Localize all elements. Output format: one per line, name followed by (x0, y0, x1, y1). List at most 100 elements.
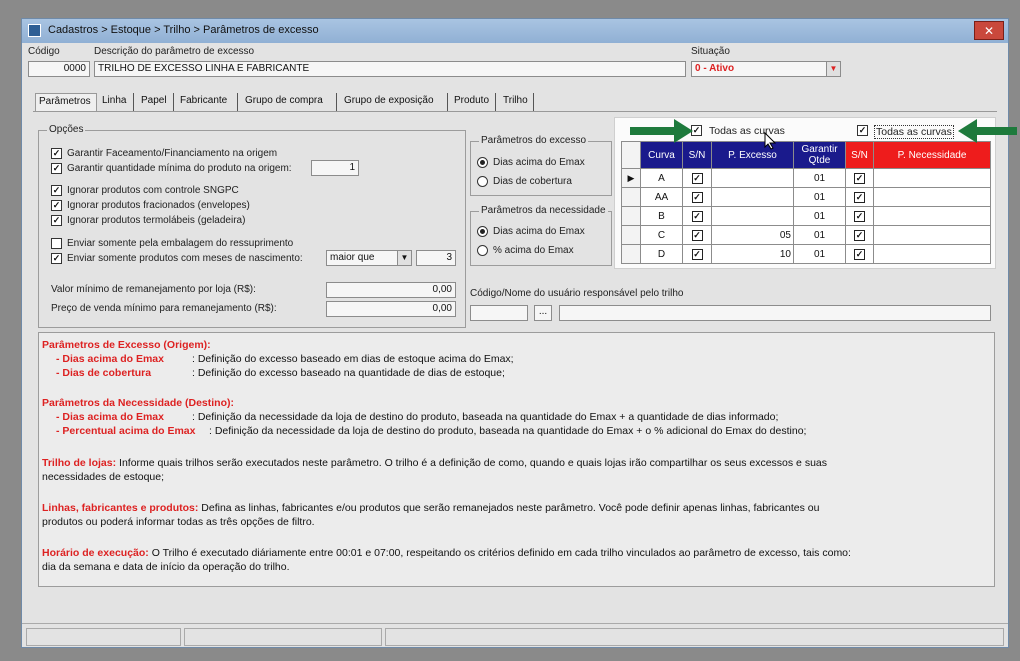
cell-p-necessidade[interactable] (873, 206, 991, 226)
codigo-field[interactable]: 0000 (28, 61, 90, 77)
meses-operador-select[interactable]: maior que ▼ (326, 250, 412, 266)
excesso-opt-dias-acima: Dias acima do Emax (493, 157, 585, 168)
cell-p-necessidade[interactable] (873, 168, 991, 188)
checkbox-icon[interactable]: ✓ (51, 200, 62, 211)
dropdown-arrow-icon[interactable]: ▼ (397, 251, 411, 265)
cell-garantir[interactable]: 01 (793, 187, 846, 207)
checkbox-icon[interactable] (51, 238, 62, 249)
usuario-nome-field[interactable] (559, 305, 991, 321)
table-row[interactable]: C ✓ 05 01 ✓ (621, 225, 991, 245)
param-excesso-title: Parâmetros do excesso (479, 135, 589, 146)
usuario-label: Código/Nome do usuário responsável pelo … (470, 288, 684, 299)
cell-curva[interactable]: A (640, 168, 683, 188)
radio-icon[interactable] (477, 245, 488, 256)
tab-fabricante[interactable]: Fabricante (177, 93, 238, 111)
cell-garantir[interactable]: 01 (793, 168, 846, 188)
cell-sn-necessidade[interactable]: ✓ (845, 168, 874, 188)
green-arrow-icon (630, 119, 693, 143)
cell-sn[interactable]: ✓ (682, 244, 712, 264)
table-row[interactable]: D ✓ 10 01 ✓ (621, 244, 991, 264)
tab-grupo-exposicao[interactable]: Grupo de exposição (341, 93, 448, 111)
cell-p-excesso[interactable] (711, 206, 794, 226)
tab-papel[interactable]: Papel (138, 93, 174, 111)
info-excesso-dias-value: : Definição do excesso baseado em dias d… (192, 353, 514, 365)
cell-sn[interactable]: ✓ (682, 206, 712, 226)
opcao-fracionados: Ignorar produtos fracionados (envelopes) (67, 200, 250, 211)
checkbox-icon[interactable]: ✓ (51, 148, 62, 159)
tab-grupo-compra[interactable]: Grupo de compra (242, 93, 337, 111)
cell-p-excesso[interactable]: 05 (711, 225, 794, 245)
qtd-minima-field[interactable]: 1 (311, 160, 359, 176)
checkbox-icon[interactable]: ✓ (51, 163, 62, 174)
cell-sn-necessidade[interactable]: ✓ (845, 225, 874, 245)
checkbox-icon[interactable]: ✓ (854, 172, 865, 184)
main-window: Cadastros > Estoque > Trilho > Parâmetro… (21, 18, 1009, 648)
usuario-codigo-field[interactable] (470, 305, 528, 321)
info-excesso-cobertura: - Dias de cobertura: Definição do excess… (56, 366, 505, 380)
cell-sn-necessidade[interactable]: ✓ (845, 206, 874, 226)
checkbox-icon[interactable]: ✓ (51, 185, 62, 196)
checkbox-icon[interactable]: ✓ (854, 229, 865, 241)
situacao-value: 0 - Ativo (695, 63, 735, 74)
radio-icon[interactable] (477, 226, 488, 237)
col-curva: Curva (640, 141, 683, 169)
preco-minimo-field[interactable]: 0,00 (326, 301, 456, 317)
tab-trilho[interactable]: Trilho (500, 93, 534, 111)
checkbox-icon[interactable]: ✓ (51, 253, 62, 264)
tab-linha[interactable]: Linha (99, 93, 134, 111)
valor-minimo-field[interactable]: 0,00 (326, 282, 456, 298)
info-horario-cont: dia da semana e data de início da operaç… (42, 561, 290, 573)
checkbox-icon[interactable]: ✓ (691, 172, 703, 184)
cell-sn-necessidade[interactable]: ✓ (845, 244, 874, 264)
cell-curva[interactable]: D (640, 244, 683, 264)
cell-p-necessidade[interactable] (873, 225, 991, 245)
cell-p-necessidade[interactable] (873, 187, 991, 207)
cell-garantir[interactable]: 01 (793, 244, 846, 264)
cell-p-excesso[interactable] (711, 168, 794, 188)
row-pointer-icon: ▶ (621, 168, 641, 188)
descricao-field[interactable]: TRILHO DE EXCESSO LINHA E FABRICANTE (94, 61, 686, 77)
todas-curvas-necessidade-checkbox[interactable]: ✓ (857, 125, 868, 136)
meses-valor-field[interactable]: 3 (416, 250, 456, 266)
checkbox-icon[interactable]: ✓ (691, 229, 703, 241)
usuario-lookup-button[interactable]: ... (534, 305, 552, 321)
checkbox-icon[interactable]: ✓ (854, 191, 865, 203)
cell-p-excesso[interactable]: 10 (711, 244, 794, 264)
green-arrow-icon (958, 119, 1017, 143)
cell-garantir[interactable]: 01 (793, 206, 846, 226)
checkbox-icon[interactable]: ✓ (691, 248, 703, 260)
radio-icon[interactable] (477, 176, 488, 187)
cell-p-excesso[interactable] (711, 187, 794, 207)
tab-parametros[interactable]: Parâmetros (35, 93, 97, 111)
cell-curva[interactable]: C (640, 225, 683, 245)
param-necessidade-title: Parâmetros da necessidade (479, 205, 608, 216)
cell-curva[interactable]: AA (640, 187, 683, 207)
table-row[interactable]: ▶ A ✓ 01 ✓ (621, 168, 991, 188)
table-row[interactable]: AA ✓ 01 ✓ (621, 187, 991, 207)
checkbox-icon[interactable]: ✓ (854, 210, 865, 222)
necessidade-opt-percentual: % acima do Emax (493, 245, 574, 256)
row-indicator (621, 225, 641, 245)
cell-sn-necessidade[interactable]: ✓ (845, 187, 874, 207)
cell-sn[interactable]: ✓ (682, 225, 712, 245)
checkbox-icon[interactable]: ✓ (51, 215, 62, 226)
checkbox-icon[interactable]: ✓ (691, 191, 703, 203)
cell-p-necessidade[interactable] (873, 244, 991, 264)
cell-curva[interactable]: B (640, 206, 683, 226)
info-excesso-cobertura-value: : Definição do excesso baseado na quanti… (192, 367, 505, 379)
radio-icon[interactable] (477, 157, 488, 168)
cell-garantir[interactable]: 01 (793, 225, 846, 245)
close-button[interactable]: ✕ (974, 21, 1004, 40)
cell-sn[interactable]: ✓ (682, 187, 712, 207)
curvas-table: Curva S/N P. Excesso Garantir Qtde S/N P… (621, 141, 991, 264)
checkbox-icon[interactable]: ✓ (691, 210, 703, 222)
situacao-select[interactable]: 0 - Ativo ▼ (691, 61, 841, 77)
info-linhas: Linhas, fabricantes e produtos: Defina a… (42, 501, 819, 515)
cell-sn[interactable]: ✓ (682, 168, 712, 188)
descricao-label: Descrição do parâmetro de excesso (94, 46, 255, 57)
info-necessidade-percentual-value: : Definição da necessidade da loja de de… (209, 425, 807, 437)
checkbox-icon[interactable]: ✓ (854, 248, 865, 260)
dropdown-arrow-icon[interactable]: ▼ (826, 62, 840, 76)
table-row[interactable]: B ✓ 01 ✓ (621, 206, 991, 226)
tab-produto[interactable]: Produto (451, 93, 496, 111)
